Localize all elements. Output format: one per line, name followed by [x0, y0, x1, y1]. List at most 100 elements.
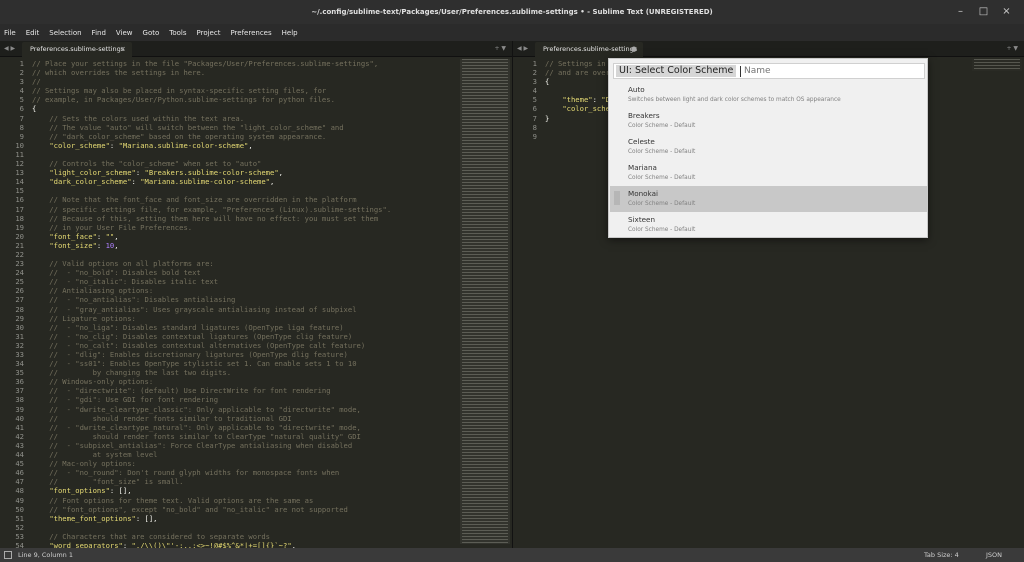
line-number: 4: [532, 86, 537, 96]
line-number: 48: [15, 486, 24, 496]
line-number: 7: [532, 113, 537, 123]
line-number: 9: [19, 131, 24, 141]
menu-item-help[interactable]: Help: [282, 29, 298, 37]
tab-close-icon[interactable]: ×: [120, 42, 126, 57]
code-line: // by changing the last two digits.: [32, 368, 232, 378]
menu-item-edit[interactable]: Edit: [26, 29, 40, 37]
code-line: // - "dwrite_cleartype_classic": Only ap…: [32, 404, 361, 414]
line-number: 36: [15, 377, 24, 387]
code-line: // Valid options on all platforms are:: [32, 259, 214, 269]
left-editor-pane[interactable]: 1 2 3 4 5 6 7 8 9 10 11 12 13 14 15 16 17 18 19 20 21 22 23 24 2…: [0, 57, 512, 548]
selection-marker: [614, 191, 620, 205]
palette-item-auto[interactable]: Auto Switches between light and dark colo…: [610, 82, 927, 108]
tab-tools-icon[interactable]: + ▼: [1006, 41, 1018, 56]
palette-item-title: Mariana: [628, 163, 657, 172]
minimap[interactable]: [460, 59, 510, 544]
palette-item-description: Color Scheme - Default: [628, 123, 696, 129]
code-line: // which overrides the settings in here.: [32, 68, 206, 78]
menu-item-view[interactable]: View: [116, 29, 133, 37]
code-line: // Mac-only options:: [32, 459, 136, 469]
line-number: 1: [532, 59, 537, 68]
tab-nav-arrows-icon[interactable]: ◀ ▶: [4, 41, 15, 56]
palette-item-monokai[interactable]: Monokai Color Scheme - Default: [610, 186, 927, 212]
code-area[interactable]: // Settings in// and are over{​ "theme":…: [545, 57, 610, 141]
code-line: // Because of this, setting them here wi…: [32, 213, 379, 223]
menu-item-find[interactable]: Find: [92, 29, 106, 37]
line-number-gutter: 123456789: [513, 57, 537, 548]
code-line: "theme_font_options": [],: [49, 513, 158, 523]
code-line: // The value "auto" will switch between …: [32, 122, 344, 132]
palette-item-description: Color Scheme - Default: [628, 149, 696, 155]
palette-item-mariana[interactable]: Mariana Color Scheme - Default: [610, 160, 927, 186]
code-line: "color_sche: [562, 104, 610, 114]
line-number: 14: [15, 177, 24, 187]
menu-item-preferences[interactable]: Preferences: [230, 29, 271, 37]
line-number: 34: [15, 359, 24, 369]
code-line: // - "no_liga": Disables standard ligatu…: [32, 322, 344, 332]
line-number: 53: [15, 531, 24, 541]
code-line: ​: [545, 86, 610, 95]
line-number: 18: [15, 213, 24, 223]
line-number: 46: [15, 468, 24, 478]
menu-item-goto[interactable]: Goto: [143, 29, 160, 37]
code-line: // - "ss01": Enables OpenType stylistic …: [32, 359, 357, 369]
line-number: 17: [15, 204, 24, 214]
tab-preferences-left[interactable]: Preferences.sublime-settings ×: [22, 42, 132, 57]
code-line: // Sets the colors used within the text …: [32, 113, 245, 123]
code-line: "word_separators": "./\\()\"'-:,.;<>~!@#…: [49, 540, 296, 548]
palette-item-breakers[interactable]: Breakers Color Scheme - Default: [610, 108, 927, 134]
code-area[interactable]: // Place your settings in the file "Pack…: [32, 57, 391, 548]
line-number: 15: [15, 186, 24, 196]
line-number: 6: [19, 104, 24, 114]
code-line: // Antialiasing options:: [32, 286, 154, 296]
close-icon[interactable]: ×: [1001, 6, 1012, 17]
panel-toggle-icon[interactable]: [4, 551, 12, 559]
code-line: // Font options for theme text. Valid op…: [32, 495, 314, 505]
tab-size-selector[interactable]: Tab Size: 4: [924, 548, 959, 562]
line-number: 28: [15, 304, 24, 314]
menu-item-tools[interactable]: Tools: [169, 29, 186, 37]
line-number: 11: [15, 149, 24, 159]
line-number: 43: [15, 440, 24, 450]
palette-item-sixteen[interactable]: Sixteen Color Scheme - Default: [610, 212, 927, 238]
code-line: // - "no_round": Don't round glyph width…: [32, 468, 340, 478]
line-number: 4: [19, 86, 24, 96]
line-number: 33: [15, 350, 24, 359]
code-line: "color_scheme": "Mariana.sublime-color-s…: [49, 140, 253, 150]
line-number: 10: [15, 140, 24, 150]
minimap[interactable]: [972, 59, 1022, 71]
palette-item-description: Color Scheme - Default: [628, 175, 696, 181]
code-line: ​: [32, 250, 391, 259]
tab-nav-arrows-icon[interactable]: ◀ ▶: [517, 41, 528, 56]
palette-item-celeste[interactable]: Celeste Color Scheme - Default: [610, 134, 927, 160]
line-number: 49: [15, 495, 24, 505]
tab-tools-icon[interactable]: + ▼: [494, 41, 506, 56]
line-number: 44: [15, 450, 24, 460]
code-line: // Settings may also be placed in syntax…: [32, 86, 327, 96]
syntax-selector[interactable]: JSON: [986, 548, 1002, 562]
menu-item-file[interactable]: File: [4, 29, 16, 37]
cursor-position: Line 9, Column 1: [18, 551, 73, 559]
menu-item-selection[interactable]: Selection: [49, 29, 81, 37]
maximize-icon[interactable]: □: [978, 6, 989, 17]
code-line: // "font_size" is small.: [32, 477, 184, 487]
palette-item-description: Color Scheme - Default: [628, 227, 696, 233]
code-line: ​: [32, 186, 391, 195]
tab-dirty-icon[interactable]: ●: [631, 42, 637, 57]
palette-prompt: UI: Select Color Scheme: [616, 65, 737, 77]
code-line: // Windows-only options:: [32, 377, 154, 387]
minimize-icon[interactable]: –: [955, 6, 966, 17]
line-number: 41: [15, 422, 24, 432]
menu-item-project[interactable]: Project: [197, 29, 221, 37]
code-line: // - "gray_antialias": Uses grayscale an…: [32, 304, 357, 314]
line-number: 54: [15, 540, 24, 548]
palette-search-input[interactable]: [744, 65, 914, 77]
line-number: 20: [15, 231, 24, 241]
line-number: 31: [15, 331, 24, 341]
status-bar: Line 9, Column 1 Tab Size: 4 JSON: [0, 548, 1024, 562]
tab-preferences-right[interactable]: Preferences.sublime-settings ●: [535, 42, 643, 57]
line-number: 50: [15, 504, 24, 514]
line-number: 42: [15, 431, 24, 441]
code-line: ​: [32, 523, 391, 532]
palette-item-title: Monokai: [628, 189, 658, 198]
